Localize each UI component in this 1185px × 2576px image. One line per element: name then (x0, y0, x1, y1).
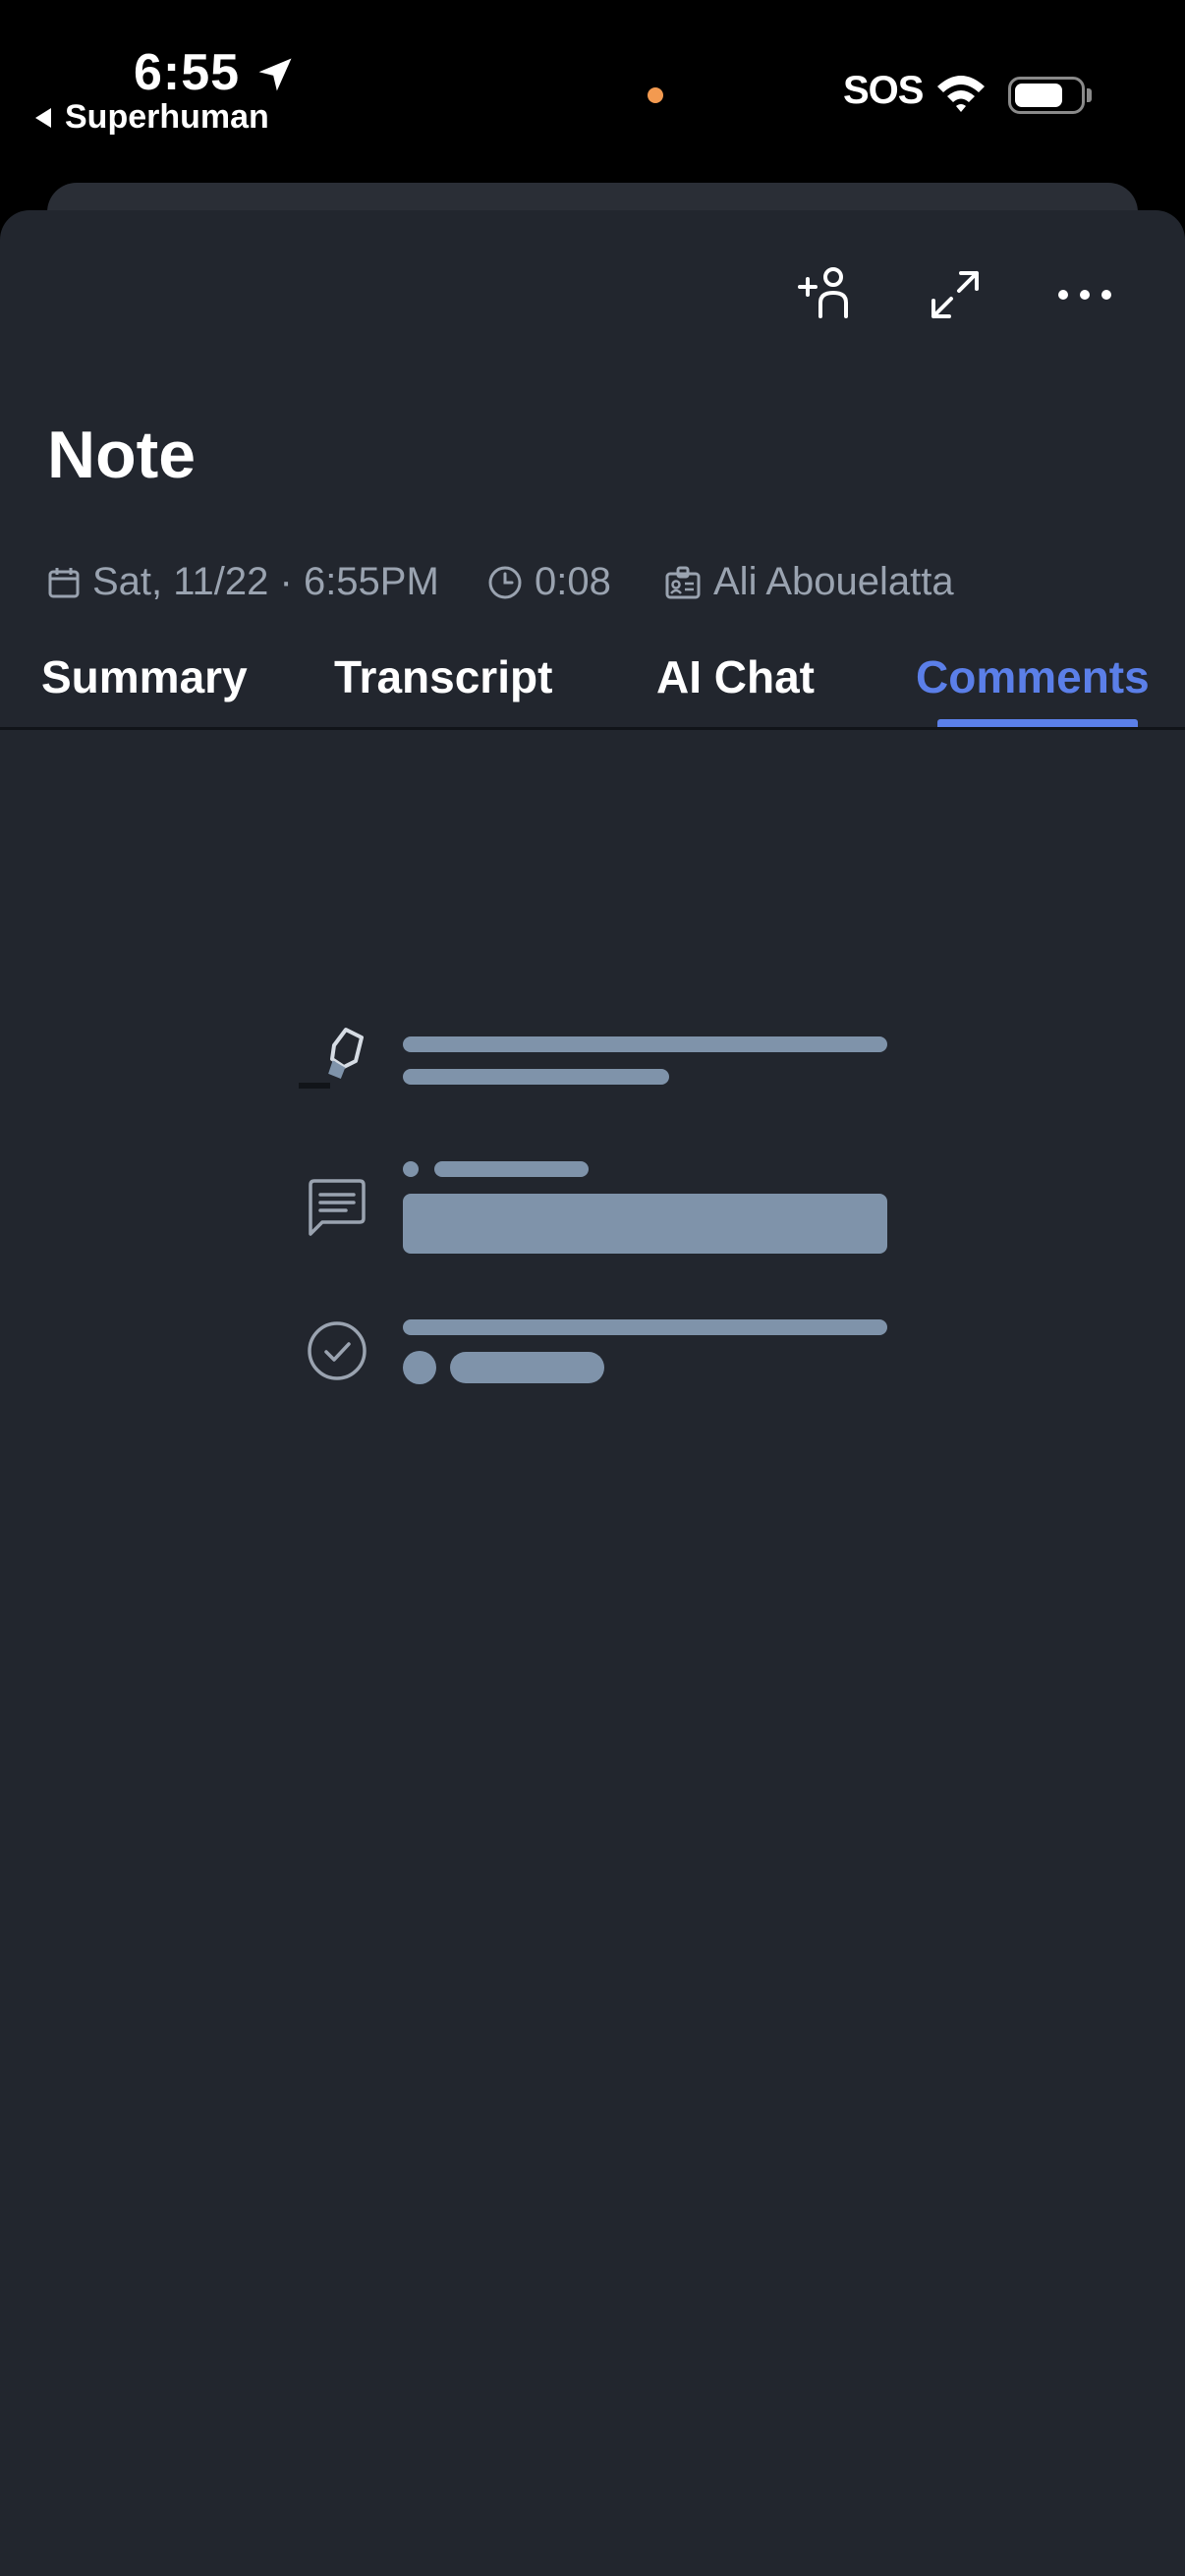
tab-ai-chat[interactable]: AI Chat (656, 650, 815, 703)
placeholder-line (434, 1161, 589, 1177)
placeholder-avatar (403, 1351, 436, 1384)
meta-duration-text: 0:08 (535, 560, 611, 603)
wifi-icon (937, 76, 985, 112)
expand-button[interactable] (924, 263, 987, 326)
more-icon (1058, 290, 1111, 300)
comment-icon (309, 1179, 366, 1236)
tab-summary[interactable]: Summary (41, 650, 248, 703)
tab-divider (0, 727, 1185, 730)
calendar-icon (48, 567, 80, 597)
meta-owner-text: Ali Abouelatta (713, 560, 954, 603)
clock-icon (488, 566, 522, 598)
meta-date: Sat, 11/22 · 6:55PM (47, 560, 439, 604)
location-arrow-icon (258, 58, 292, 91)
check-circle-icon (308, 1321, 367, 1380)
tab-comments[interactable]: Comments (916, 650, 1150, 703)
status-time: 6:55 (134, 44, 241, 101)
back-to-app-button[interactable]: Superhuman (35, 98, 269, 137)
placeholder-line (403, 1319, 887, 1335)
meta-date-text: Sat, 11/22 · 6:55PM (92, 560, 439, 603)
highlighter-icon (299, 1028, 364, 1089)
placeholder-line (403, 1036, 887, 1052)
more-options-button[interactable] (1053, 263, 1116, 326)
sos-indicator: SOS (843, 69, 924, 112)
note-title: Note (47, 418, 197, 492)
battery-level-fill (1015, 84, 1062, 107)
meta-duration: 0:08 (487, 560, 611, 604)
add-person-button[interactable] (794, 263, 857, 326)
id-badge-icon (665, 566, 701, 598)
placeholder-line (403, 1069, 669, 1085)
placeholder-pill (450, 1352, 604, 1383)
placeholder-dot (403, 1161, 419, 1177)
meta-owner: Ali Abouelatta (664, 560, 954, 604)
add-person-icon (798, 267, 848, 318)
battery-nub (1087, 88, 1092, 102)
recording-indicator-dot (648, 87, 663, 103)
back-triangle-icon (35, 107, 51, 128)
placeholder-block (403, 1194, 887, 1254)
battery-icon (1008, 77, 1085, 114)
tab-transcript[interactable]: Transcript (334, 650, 552, 703)
expand-icon (931, 271, 979, 318)
back-app-label: Superhuman (65, 98, 269, 136)
